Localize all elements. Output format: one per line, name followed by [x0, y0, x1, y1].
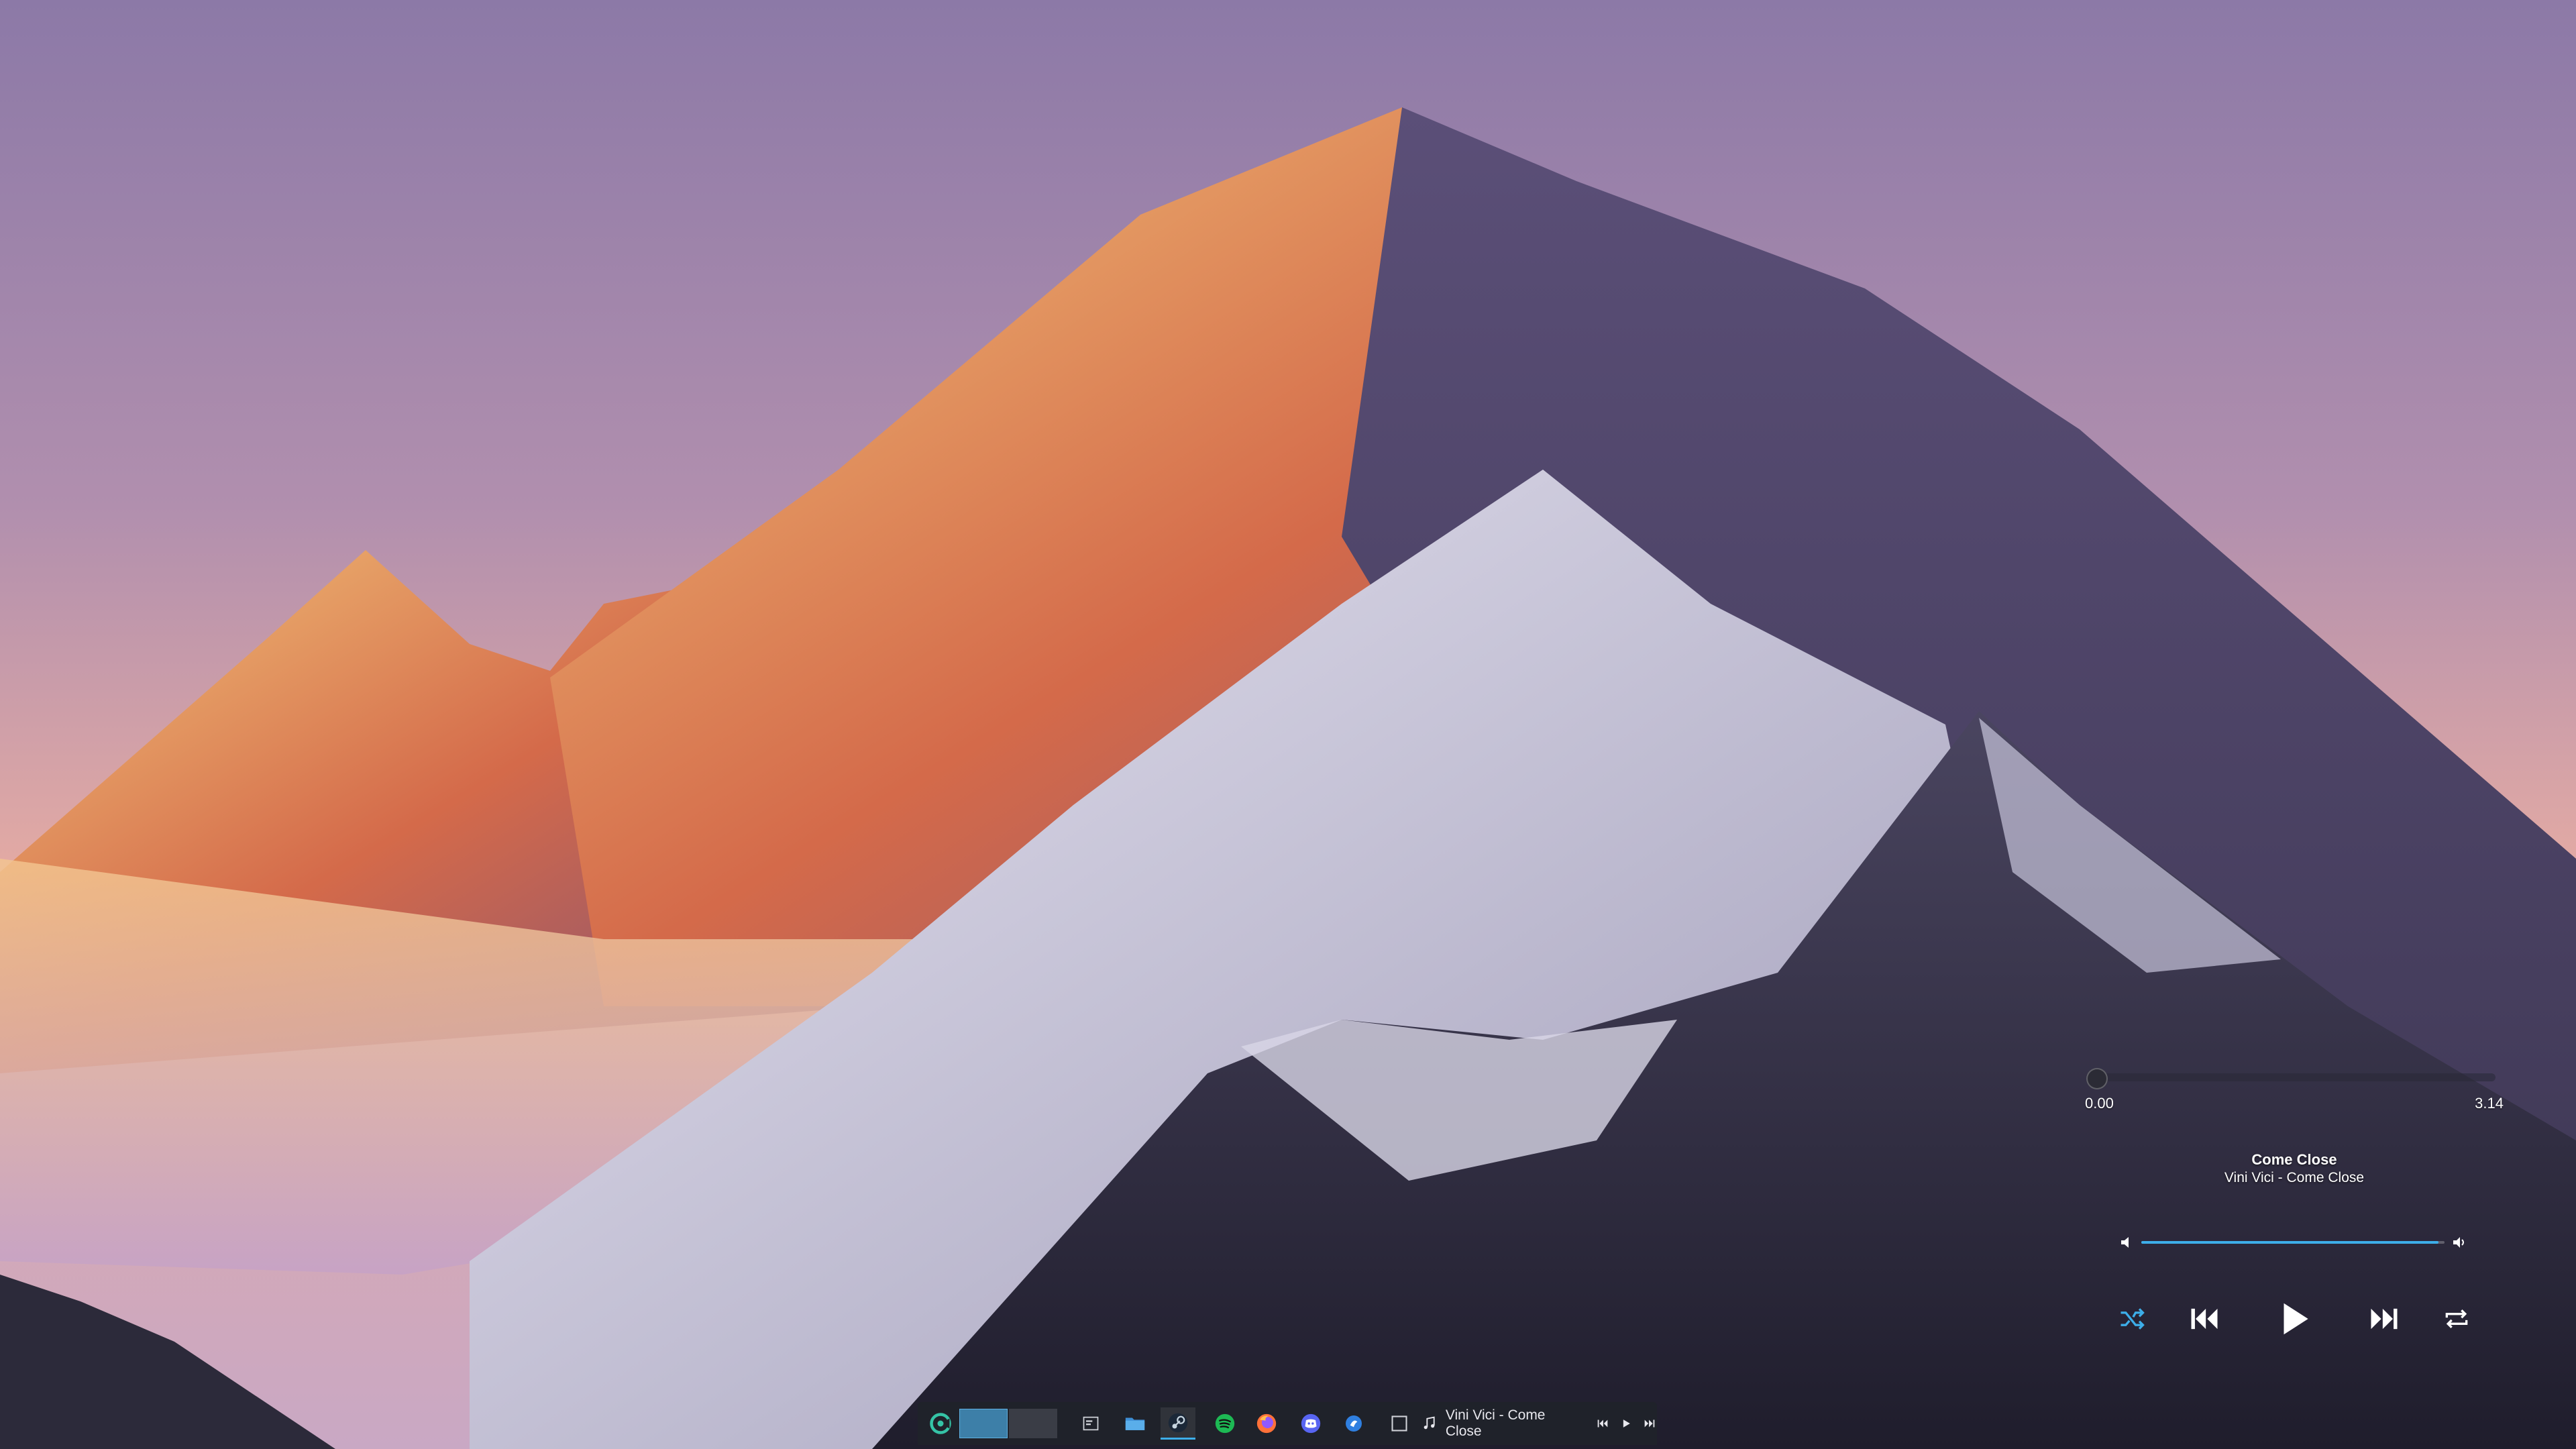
taskbar-app-discord[interactable]: [1293, 1407, 1328, 1440]
time-elapsed: 0.00: [2085, 1095, 2114, 1112]
taskbar-app-firefox[interactable]: [1249, 1407, 1284, 1440]
firefox-icon: [1256, 1413, 1277, 1434]
skip-next-icon: [2371, 1308, 2398, 1330]
taskbar-app-spotify[interactable]: [1208, 1407, 1242, 1440]
track-title: Come Close: [2251, 1151, 2337, 1168]
app-launcher-button[interactable]: [924, 1407, 957, 1440]
taskbar-app-generic[interactable]: [1336, 1407, 1371, 1440]
show-desktop-icon: [1083, 1416, 1099, 1431]
steam-icon: [1168, 1413, 1188, 1432]
media-player-widget: 0.00 3.14 Come Close Vini Vici - Come Cl…: [2080, 1046, 2509, 1348]
play-icon: [2284, 1303, 2308, 1335]
mini-next-icon[interactable]: [1642, 1416, 1657, 1431]
skip-previous-icon: [2191, 1308, 2218, 1330]
playback-controls: [2080, 1295, 2509, 1348]
desktop-1[interactable]: [959, 1409, 1008, 1438]
repeat-button[interactable]: [2432, 1295, 2481, 1343]
track-artist: Vini Vici - Come Close: [2224, 1170, 2365, 1185]
desktop-2[interactable]: [1009, 1409, 1057, 1438]
volume-control: [2118, 1232, 2467, 1253]
volume-low-icon: [2121, 1237, 2129, 1248]
volume-level: [2141, 1241, 2438, 1244]
taskbar-app-file-manager[interactable]: [1118, 1407, 1152, 1440]
discord-icon: [1301, 1413, 1321, 1434]
next-button[interactable]: [2360, 1295, 2408, 1343]
show-desktop-button[interactable]: [1075, 1407, 1107, 1440]
virtual-desktop-pager: [959, 1409, 1057, 1438]
music-note-icon: [1424, 1416, 1435, 1430]
volume-slider[interactable]: [2141, 1241, 2445, 1244]
now-playing-text: Vini Vici - Come Close: [1445, 1407, 1546, 1439]
taskbar: Vini Vici - Come Close: [918, 1402, 1657, 1445]
window-icon: [1391, 1415, 1407, 1432]
volume-high-icon: [2453, 1237, 2464, 1248]
previous-button[interactable]: [2180, 1295, 2229, 1343]
taskbar-app-steam[interactable]: [1161, 1407, 1195, 1440]
repeat-icon: [2445, 1309, 2468, 1329]
shuffle-button[interactable]: [2108, 1295, 2156, 1343]
seek-bar[interactable]: [2092, 1073, 2496, 1081]
mini-play-icon[interactable]: [1619, 1417, 1633, 1430]
seek-handle[interactable]: [2086, 1068, 2108, 1089]
app-launcher-icon: [930, 1413, 951, 1434]
spotify-icon: [1215, 1413, 1235, 1434]
time-total: 3.14: [2475, 1095, 2504, 1112]
now-playing-applet[interactable]: Vini Vici - Come Close: [1421, 1402, 1657, 1445]
taskbar-window-button[interactable]: [1383, 1407, 1415, 1440]
shuffle-icon: [2121, 1308, 2145, 1330]
file-manager-icon: [1125, 1417, 1145, 1430]
app-icon: [1346, 1415, 1362, 1432]
mini-previous-icon[interactable]: [1595, 1416, 1610, 1431]
play-button[interactable]: [2270, 1295, 2318, 1343]
